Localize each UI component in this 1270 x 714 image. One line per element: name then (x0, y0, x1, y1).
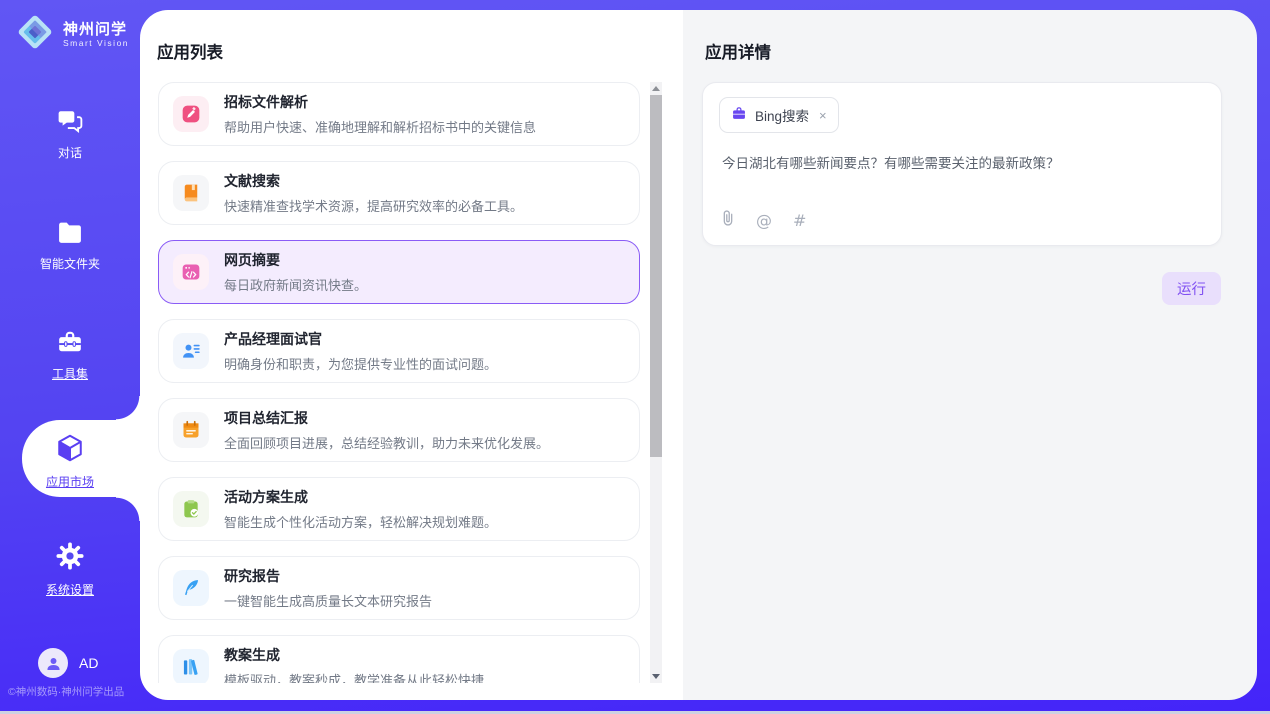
app-card-desc: 快速精准查找学术资源，提高研究效率的必备工具。 (224, 196, 523, 215)
app-card-desc: 帮助用户快速、准确地理解和解析招标书中的关键信息 (224, 117, 536, 136)
chip-close-icon[interactable]: × (819, 108, 827, 123)
chat-icon (56, 108, 84, 137)
app-card-desc: 一键智能生成高质量长文本研究报告 (224, 591, 432, 610)
brand-name: 神州问学 (63, 21, 129, 38)
sidebar-item-label: 系统设置 (46, 581, 94, 598)
gear-icon (55, 541, 85, 574)
sidebar-item-label: 应用市场 (46, 473, 94, 490)
app-card-desc: 明确身份和职责，为您提供专业性的面试问题。 (224, 354, 497, 373)
app-card[interactable]: 产品经理面试官 明确身份和职责，为您提供专业性的面试问题。 (158, 319, 640, 383)
app-card[interactable]: 活动方案生成 智能生成个性化活动方案，轻松解决规划难题。 (158, 477, 640, 541)
edit-pen-icon (173, 96, 209, 132)
sidebar-item-label: 工具集 (52, 365, 88, 382)
sidebar-item-app-market[interactable]: 应用市场 (0, 433, 140, 490)
folder-icon (56, 221, 84, 248)
diamond-logo-icon (15, 12, 55, 57)
app-list-title: 应用列表 (157, 39, 223, 63)
app-card-title: 网页摘要 (224, 250, 367, 270)
app-card-title: 研究报告 (224, 566, 432, 586)
clipboard-check-icon (173, 491, 209, 527)
sidebar-item-toolset[interactable]: 工具集 (0, 329, 140, 382)
paperclip-icon[interactable] (721, 209, 735, 232)
hash-icon[interactable]: # (793, 213, 806, 229)
toolbox-icon (56, 329, 84, 358)
tool-chip-label: Bing搜索 (755, 105, 809, 125)
app-card-title: 项目总结汇报 (224, 408, 549, 428)
sidebar-item-smart-folder[interactable]: 智能文件夹 (0, 221, 140, 272)
book-icon (173, 175, 209, 211)
app-card[interactable]: 教案生成 模板驱动，教案秒成，教学准备从此轻松快捷 (158, 635, 640, 683)
app-card-desc: 每日政府新闻资讯快查。 (224, 275, 367, 294)
brand-logo: 神州问学 Smart Vision (15, 12, 129, 57)
user-label: AD (79, 655, 98, 671)
run-button[interactable]: 运行 (1162, 272, 1221, 305)
user-account[interactable]: AD (38, 648, 98, 678)
mention-icon[interactable]: @ (756, 213, 772, 229)
app-list-panel: 应用列表 招标文件解析 帮助用户快速、准确地理解和解析招标书中的关键信息 (140, 10, 683, 700)
scroll-down-button[interactable] (650, 670, 662, 683)
app-card[interactable]: 招标文件解析 帮助用户快速、准确地理解和解析招标书中的关键信息 (158, 82, 640, 146)
main-content: 应用列表 招标文件解析 帮助用户快速、准确地理解和解析招标书中的关键信息 (140, 10, 1257, 700)
tool-chip-bing-search[interactable]: Bing搜索 × (719, 97, 839, 133)
app-card-title: 招标文件解析 (224, 92, 536, 112)
sidebar-item-label: 对话 (58, 144, 82, 161)
app-detail-title: 应用详情 (705, 39, 771, 63)
sidebar: 神州问学 Smart Vision 对话 智能文件夹 (0, 0, 140, 714)
avatar (38, 648, 68, 678)
calendar-report-icon (173, 412, 209, 448)
app-card-title: 文献搜索 (224, 171, 523, 191)
app-card-desc: 智能生成个性化活动方案，轻松解决规划难题。 (224, 512, 497, 531)
app-card-desc: 模板驱动，教案秒成，教学准备从此轻松快捷 (224, 670, 484, 683)
composer-toolbar: @ # (721, 209, 806, 232)
scrollbar-thumb[interactable] (650, 95, 662, 457)
app-card-title: 产品经理面试官 (224, 329, 497, 349)
app-card-list: 招标文件解析 帮助用户快速、准确地理解和解析招标书中的关键信息 文献搜索 快速精… (158, 82, 640, 683)
app-card[interactable]: 文献搜索 快速精准查找学术资源，提高研究效率的必备工具。 (158, 161, 640, 225)
cube-icon (55, 433, 85, 466)
sidebar-item-settings[interactable]: 系统设置 (0, 541, 140, 598)
app-card[interactable]: 研究报告 一键智能生成高质量长文本研究报告 (158, 556, 640, 620)
app-card-selected[interactable]: 网页摘要 每日政府新闻资讯快查。 (158, 240, 640, 304)
scroll-up-button[interactable] (650, 82, 662, 95)
scrollbar[interactable] (650, 82, 662, 683)
sidebar-item-label: 智能文件夹 (40, 255, 100, 272)
app-detail-panel: 应用详情 Bing搜索 × 今日湖北有哪些新闻要点？有哪些需要关注的最新政策？ (683, 10, 1257, 700)
sidebar-item-chat[interactable]: 对话 (0, 108, 140, 161)
quill-icon (173, 570, 209, 606)
app-config-card: Bing搜索 × 今日湖北有哪些新闻要点？有哪些需要关注的最新政策？ @ # (702, 82, 1222, 246)
browser-code-icon (173, 254, 209, 290)
briefcase-icon (731, 106, 747, 124)
brand-subtitle: Smart Vision (63, 38, 129, 48)
copyright-text: ©神州数码·神州问学出品 (8, 684, 124, 699)
question-input[interactable]: 今日湖北有哪些新闻要点？有哪些需要关注的最新政策？ (722, 152, 1203, 172)
app-card-desc: 全面回顾项目进展，总结经验教训，助力未来优化发展。 (224, 433, 549, 452)
app-card[interactable]: 项目总结汇报 全面回顾项目进展，总结经验教训，助力未来优化发展。 (158, 398, 640, 462)
app-card-title: 活动方案生成 (224, 487, 497, 507)
app-card-title: 教案生成 (224, 645, 484, 665)
books-icon (173, 649, 209, 683)
person-resume-icon (173, 333, 209, 369)
